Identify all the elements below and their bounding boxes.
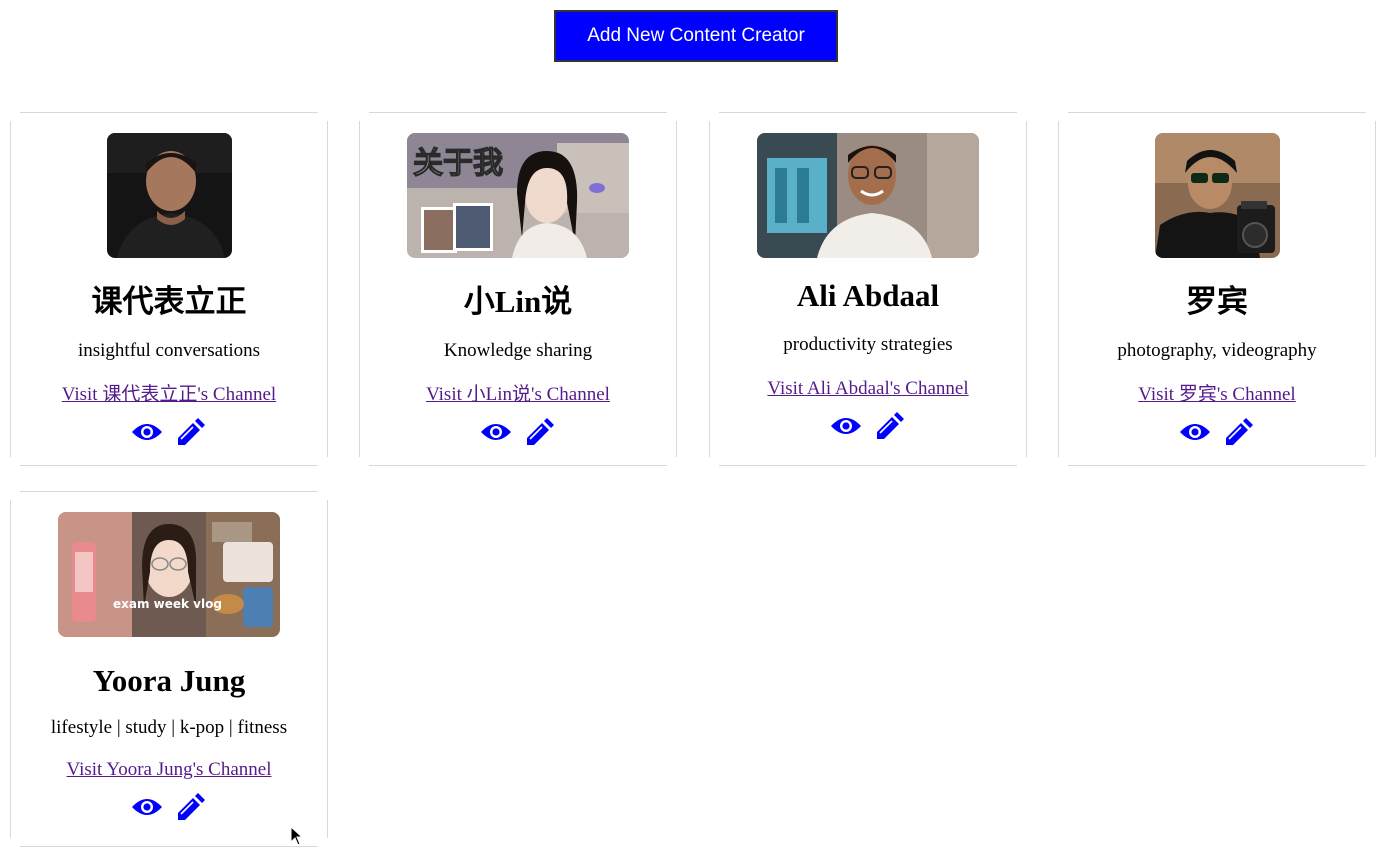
eye-icon[interactable]	[480, 421, 512, 443]
creator-card: 罗宾 photography, videography Visit 罗宾's C…	[1058, 112, 1376, 466]
creators-page: Add New Content Creator 课代表立正 insightful…	[0, 0, 1395, 854]
creator-card: 课代表立正 insightful conversations Visit 课代表…	[10, 112, 328, 466]
pencil-icon[interactable]	[874, 410, 906, 442]
thumbnail-text: exam week vlog	[113, 597, 222, 611]
eye-icon[interactable]	[1179, 421, 1211, 443]
creator-card: Ali Abdaal productivity strategies Visit…	[709, 112, 1027, 466]
creator-name: 课代表立正	[91, 284, 247, 319]
eye-icon[interactable]	[830, 415, 862, 437]
creator-description: productivity strategies	[783, 334, 953, 355]
thumbnail-text: 关于我	[413, 146, 503, 181]
creator-description: lifestyle | study | k-pop | fitness	[50, 717, 288, 738]
pencil-icon[interactable]	[1223, 416, 1255, 448]
creator-name: Ali Abdaal	[796, 278, 940, 313]
visit-channel-link[interactable]: Visit 课代表立正's Channel	[62, 384, 276, 406]
creator-thumbnail: 关于我	[407, 133, 629, 258]
creator-thumbnail: exam week vlog	[58, 512, 280, 637]
mouse-cursor-icon	[290, 826, 304, 846]
eye-icon[interactable]	[131, 421, 163, 443]
creator-thumbnail	[757, 133, 979, 258]
creator-name: 小Lin说	[463, 284, 573, 319]
visit-channel-link[interactable]: Visit 罗宾's Channel	[1138, 384, 1295, 406]
creator-description: Knowledge sharing	[443, 340, 593, 361]
eye-icon[interactable]	[131, 796, 163, 818]
creator-name: Yoora Jung	[92, 663, 246, 698]
pencil-icon[interactable]	[175, 416, 207, 448]
creator-description: insightful conversations	[77, 340, 261, 361]
pencil-icon[interactable]	[524, 416, 556, 448]
visit-channel-link[interactable]: Visit Ali Abdaal's Channel	[767, 378, 968, 400]
creator-card: exam week vlog Yoora Jung lifestyle | st…	[10, 491, 328, 847]
pencil-icon[interactable]	[175, 791, 207, 823]
creator-card: 关于我 小Lin说 Knowledge sharing Visit 小Lin说'…	[359, 112, 677, 466]
creator-description: photography, videography	[1117, 340, 1317, 361]
add-new-creator-button[interactable]: Add New Content Creator	[554, 10, 838, 62]
creator-thumbnail	[1154, 133, 1280, 258]
visit-channel-link[interactable]: Visit Yoora Jung's Channel	[67, 759, 272, 781]
creator-name: 罗宾	[1186, 284, 1248, 319]
creator-thumbnail	[106, 133, 232, 258]
visit-channel-link[interactable]: Visit 小Lin说's Channel	[426, 384, 610, 406]
